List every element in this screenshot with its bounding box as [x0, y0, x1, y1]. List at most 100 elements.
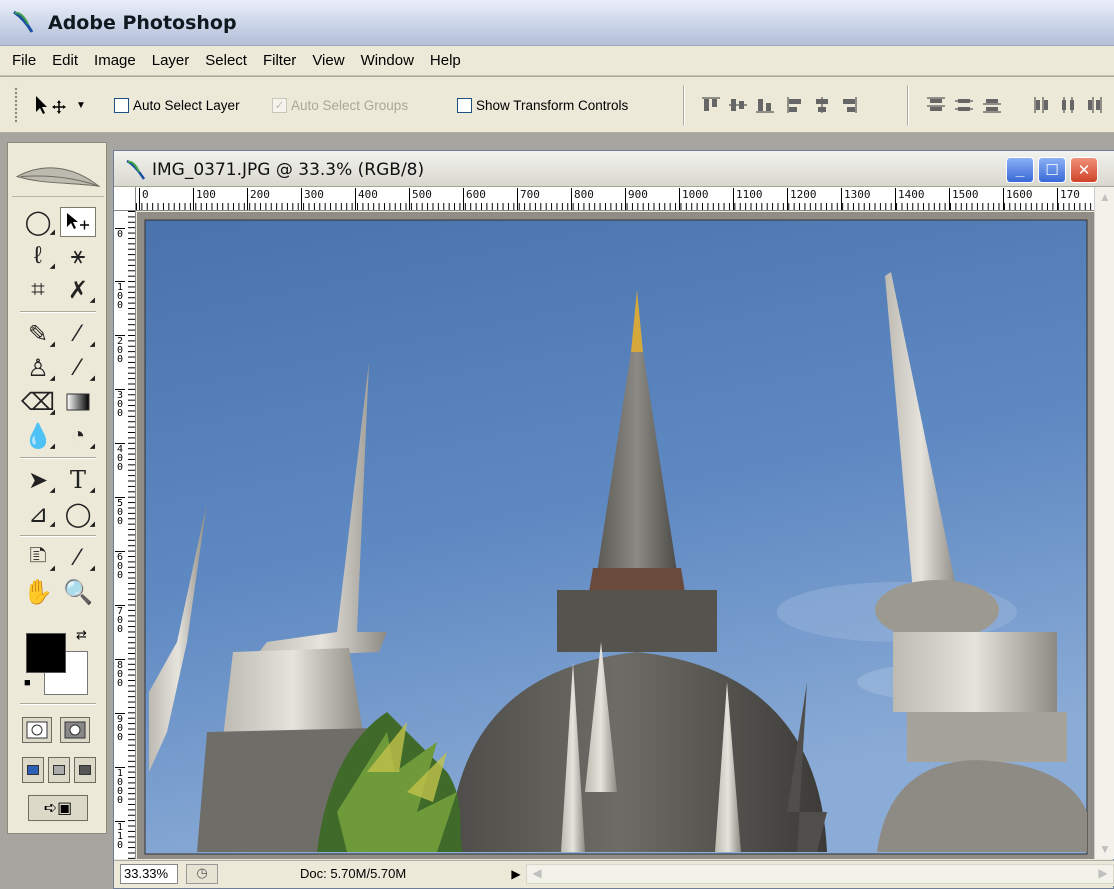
document-titlebar[interactable]: IMG_0371.JPG @ 33.3% (RGB/8) _ ☐ ✕	[114, 151, 1114, 187]
distribute-horizontal-centers-icon[interactable]	[1058, 95, 1078, 115]
eyedropper-tool-icon[interactable]: ⁄ ◢	[60, 543, 96, 573]
photoshop-document-icon	[126, 159, 146, 180]
auto-select-layer-label: Auto Select Layer	[133, 97, 240, 113]
show-transform-controls-label: Show Transform Controls	[476, 97, 629, 113]
dodge-tool-icon[interactable]: ◔ ◢	[60, 421, 96, 451]
ruler-label: 1100	[733, 188, 763, 210]
vertical-ruler[interactable]: 0 100 200 300 400 500 600 700 800 900 10…	[114, 211, 136, 859]
photoshop-feather-icon	[13, 10, 34, 33]
menu-image[interactable]: Image	[86, 49, 144, 73]
menu-help[interactable]: Help	[422, 49, 469, 73]
hand-tool-icon[interactable]: ✋	[20, 577, 56, 607]
align-bottom-edges-icon[interactable]	[754, 95, 776, 115]
separator	[907, 85, 909, 125]
maximize-button[interactable]: ☐	[1038, 157, 1066, 183]
ruler-label: 110	[115, 821, 125, 851]
slice-tool-icon[interactable]: ✗ ◢	[60, 275, 96, 305]
align-horizontal-centers-icon[interactable]	[812, 95, 832, 115]
standard-mode-button[interactable]	[22, 717, 52, 743]
foreground-color-swatch[interactable]	[26, 633, 66, 673]
ruler-label: 700	[517, 188, 540, 210]
pen-tool-icon[interactable]: ⊿ ◢	[20, 499, 56, 529]
zoom-level-field[interactable]: 33.33%	[120, 864, 178, 884]
magic-wand-tool-icon[interactable]: ⚹	[60, 241, 96, 271]
align-top-edges-icon[interactable]	[700, 95, 722, 115]
ruler-label: 600	[115, 551, 125, 581]
align-left-edges-icon[interactable]	[785, 95, 805, 115]
path-selection-tool-icon[interactable]: ➤ ◢	[20, 465, 56, 495]
auto-select-groups-label: Auto Select Groups	[291, 97, 409, 113]
ruler-origin[interactable]	[114, 187, 136, 211]
ruler-label: 170	[1057, 188, 1080, 210]
marquee-tool-icon[interactable]: ◯ ◢	[20, 207, 56, 237]
eraser-tool-icon[interactable]: ⌫ ◢	[20, 387, 56, 417]
ruler-label: 400	[355, 188, 378, 210]
vertical-scrollbar[interactable]: ▲ ▼	[1094, 187, 1114, 859]
full-screen-mode-button[interactable]	[74, 757, 96, 783]
zoom-tool-icon[interactable]: 🔍	[60, 577, 96, 607]
clone-stamp-tool-icon[interactable]: ♙ ◢	[20, 353, 56, 383]
default-colors-icon[interactable]: ■	[24, 677, 31, 689]
scroll-down-icon[interactable]: ▼	[1097, 841, 1113, 857]
distribute-top-icon[interactable]	[925, 95, 947, 115]
menu-filter[interactable]: Filter	[255, 49, 304, 73]
distribute-left-icon[interactable]	[1032, 95, 1052, 115]
ruler-label: 900	[115, 713, 125, 743]
move-tool-icon[interactable]	[60, 207, 96, 237]
crop-tool-icon[interactable]: ⌗	[20, 275, 56, 305]
app-titlebar: Adobe Photoshop	[0, 0, 1114, 46]
minimize-icon: _	[1015, 161, 1025, 179]
distribute-bottom-icon[interactable]	[981, 95, 1003, 115]
menu-view[interactable]: View	[304, 49, 352, 73]
scroll-left-icon[interactable]: ◀	[529, 866, 545, 882]
jump-to-imageready-button[interactable]: ➪▣	[28, 795, 88, 821]
document-info: Doc: 5.70M/5.70M	[300, 866, 407, 881]
scroll-up-icon[interactable]: ▲	[1097, 189, 1113, 205]
quick-mask-mode-button[interactable]	[60, 717, 90, 743]
align-right-edges-icon[interactable]	[839, 95, 859, 115]
ruler-label: 200	[247, 188, 270, 210]
gradient-tool-icon[interactable]	[60, 387, 96, 417]
align-vertical-centers-icon[interactable]	[727, 95, 749, 115]
ruler-label: 400	[115, 443, 125, 473]
healing-brush-tool-icon[interactable]: ✎ ◢	[20, 319, 56, 349]
minimize-button[interactable]: _	[1006, 157, 1034, 183]
full-screen-menu-mode-button[interactable]	[48, 757, 70, 783]
status-menu-button[interactable]: ▶	[506, 864, 526, 884]
separator	[683, 85, 685, 125]
toolbox-divider	[20, 457, 96, 459]
options-bar: ▼ Auto Select Layer Auto Select Groups S…	[0, 77, 1114, 133]
horizontal-ruler[interactable]: 0 100 200 300 400 500 600 700 800 900 10…	[136, 187, 1094, 211]
tool-preset-picker[interactable]: ▼	[30, 93, 100, 117]
ruler-ticks	[128, 211, 135, 859]
document-image[interactable]	[137, 212, 1094, 859]
auto-select-layer-checkbox[interactable]: Auto Select Layer	[114, 95, 240, 115]
brush-tool-icon[interactable]: ⁄ ◢	[60, 319, 96, 349]
menu-layer[interactable]: Layer	[144, 49, 198, 73]
lasso-tool-icon[interactable]: ℓ ◢	[20, 241, 56, 271]
type-tool-icon[interactable]: T ◢	[60, 465, 96, 495]
horizontal-scrollbar[interactable]: ◀ ▶	[526, 864, 1114, 884]
swap-colors-icon[interactable]: ⇄	[76, 627, 87, 643]
menu-edit[interactable]: Edit	[44, 49, 86, 73]
scroll-right-icon[interactable]: ▶	[1095, 866, 1111, 882]
show-transform-controls-checkbox[interactable]: Show Transform Controls	[457, 95, 628, 115]
ruler-label: 700	[115, 605, 125, 635]
notes-tool-icon[interactable]: 🗈 ◢	[20, 542, 56, 573]
adobe-feather-logo[interactable]	[12, 157, 104, 197]
close-button[interactable]: ✕	[1070, 157, 1098, 183]
distribute-right-icon[interactable]	[1084, 95, 1104, 115]
ruler-label: 1200	[787, 188, 817, 210]
ellipse-tool-icon[interactable]: ◯ ◢	[60, 499, 96, 529]
menu-window[interactable]: Window	[353, 49, 422, 73]
options-bar-grip[interactable]	[14, 87, 18, 123]
menu-select[interactable]: Select	[197, 49, 255, 73]
zoom-menu-button[interactable]: ◷	[186, 864, 218, 884]
ruler-label: 500	[409, 188, 432, 210]
menu-file[interactable]: File	[4, 49, 44, 73]
distribute-vertical-centers-icon[interactable]	[953, 95, 975, 115]
history-brush-tool-icon[interactable]: ⁄ ◢	[60, 353, 96, 383]
blur-tool-icon[interactable]: 💧 ◢	[20, 421, 56, 451]
standard-screen-mode-button[interactable]	[22, 757, 44, 783]
canvas-area[interactable]	[137, 212, 1094, 859]
